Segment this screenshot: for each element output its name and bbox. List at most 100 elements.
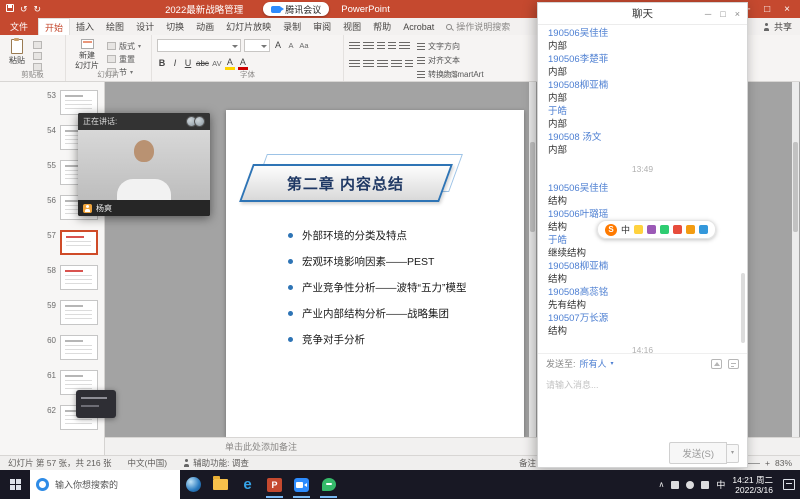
tab-draw[interactable]: 绘图 xyxy=(100,18,130,35)
close-button[interactable]: × xyxy=(784,4,790,15)
browser-taskbar-icon[interactable] xyxy=(180,470,207,499)
tab-acrobat[interactable]: Acrobat xyxy=(397,18,440,35)
share-button[interactable]: 共享 xyxy=(763,18,792,35)
tab-help[interactable]: 帮助 xyxy=(367,18,397,35)
tab-design[interactable]: 设计 xyxy=(130,18,160,35)
slide-bullet-list[interactable]: 外部环境的分类及特点 宏观环境影响因素——PEST 产业竞争性分析——波特“五力… xyxy=(288,228,467,358)
ime-indicator[interactable]: 中 xyxy=(716,478,725,491)
action-center-button[interactable] xyxy=(783,479,795,490)
font-size-select[interactable] xyxy=(244,39,270,52)
numbered-list-icon[interactable] xyxy=(363,42,374,50)
powerpoint-taskbar-icon[interactable]: P xyxy=(261,470,288,499)
paste-button[interactable]: 粘贴 xyxy=(5,38,29,66)
meeting-taskbar-icon[interactable] xyxy=(288,470,315,499)
slide-thumbnail[interactable] xyxy=(60,335,98,360)
chat-history-icon[interactable] xyxy=(728,359,739,369)
accessibility-status[interactable]: 辅助功能: 调查 xyxy=(183,457,249,469)
chat-maximize-button[interactable]: □ xyxy=(720,9,725,19)
copy-icon[interactable] xyxy=(33,52,42,60)
send-options-button[interactable]: ▾ xyxy=(727,444,739,463)
decrease-font-button[interactable]: A xyxy=(286,39,296,52)
save-icon[interactable] xyxy=(6,4,14,14)
tray-icon[interactable] xyxy=(686,481,694,489)
send-button[interactable]: 发送(S) xyxy=(669,442,727,464)
align-right-icon[interactable] xyxy=(377,60,388,68)
search-icon[interactable] xyxy=(686,225,695,234)
columns-icon[interactable] xyxy=(405,60,413,68)
thumbnail-57-selected[interactable]: 57 xyxy=(0,230,98,257)
font-name-select[interactable] xyxy=(157,39,241,52)
slide-canvas[interactable]: 第二章 内容总结 外部环境的分类及特点 宏观环境影响因素——PEST 产业竞争性… xyxy=(226,110,524,437)
thumbnail-58[interactable]: 58 xyxy=(0,265,98,292)
tencent-meeting-chip[interactable]: 腾讯会议 xyxy=(263,2,329,16)
slide-thumbnail[interactable] xyxy=(60,230,98,255)
editor-scrollbar[interactable] xyxy=(529,82,536,437)
sogou-logo-icon[interactable]: S xyxy=(605,224,617,236)
tellme-box[interactable]: 操作说明搜索 xyxy=(446,18,510,35)
tray-icon[interactable] xyxy=(701,481,709,489)
chat-message-list[interactable]: 190506吴佳佳 内部 190506李楚菲 内部 190508柳亚楠 内部 于… xyxy=(538,25,747,353)
slide-thumbnail[interactable] xyxy=(60,300,98,325)
chat-scrollbar[interactable] xyxy=(741,27,745,351)
emoji-icon[interactable] xyxy=(634,225,643,234)
meeting-notification-popup[interactable] xyxy=(76,390,116,418)
start-button[interactable] xyxy=(0,470,30,499)
line-spacing-icon[interactable] xyxy=(399,42,410,50)
language-indicator[interactable]: 中文(中国) xyxy=(127,457,167,469)
taskbar-search[interactable]: 输入你想搜索的 xyxy=(30,470,180,499)
reset-button[interactable]: 重置 xyxy=(107,54,141,64)
skin-icon[interactable] xyxy=(647,225,656,234)
zoom-level[interactable]: 83% xyxy=(775,458,792,468)
voice-icon[interactable] xyxy=(660,225,669,234)
meeting-overlay-header[interactable]: 正在讲话: xyxy=(78,113,210,130)
new-slide-button[interactable]: 新建 幻灯片 xyxy=(71,38,103,71)
layout-button[interactable]: 版式 ▾ xyxy=(107,41,141,51)
redo-icon[interactable]: ↻ xyxy=(34,5,42,14)
wechat-taskbar-icon[interactable] xyxy=(315,470,342,499)
toolbox-icon[interactable] xyxy=(699,225,708,234)
tab-record[interactable]: 录制 xyxy=(277,18,307,35)
increase-indent-icon[interactable] xyxy=(388,42,396,50)
increase-font-button[interactable]: A xyxy=(273,39,283,52)
speaker-video[interactable] xyxy=(78,130,210,200)
zoom-in-button[interactable]: + xyxy=(765,458,770,468)
align-left-icon[interactable] xyxy=(349,60,360,68)
chat-minimize-button[interactable]: ─ xyxy=(705,9,711,19)
slide-thumbnail[interactable] xyxy=(60,90,98,115)
justify-icon[interactable] xyxy=(391,60,402,68)
thumbnail-60[interactable]: 60 xyxy=(0,335,98,362)
align-center-icon[interactable] xyxy=(363,60,374,68)
decrease-indent-icon[interactable] xyxy=(377,42,385,50)
thumbnail-59[interactable]: 59 xyxy=(0,300,98,327)
slide-title-shape[interactable]: 第二章 内容总结 xyxy=(239,164,453,202)
tab-file[interactable]: 文件 xyxy=(0,18,38,35)
text-direction-button[interactable]: 文字方向 xyxy=(417,41,484,52)
sendto-select[interactable]: 所有人 xyxy=(580,357,607,370)
taskbar-clock[interactable]: 14:21 周二 2022/3/16 xyxy=(732,475,773,495)
edge-taskbar-icon[interactable]: e xyxy=(234,470,261,499)
ime-toolbar[interactable]: S 中 xyxy=(597,220,716,239)
restore-button[interactable]: □ xyxy=(764,4,770,15)
cut-icon[interactable] xyxy=(33,41,42,49)
tab-insert[interactable]: 插入 xyxy=(70,18,100,35)
meeting-video-overlay[interactable]: 正在讲话: 杨爽 xyxy=(78,113,210,216)
align-text-button[interactable]: 对齐文本 xyxy=(417,55,484,66)
notes-toggle[interactable]: 备注 xyxy=(519,457,536,469)
chat-input[interactable]: 请输入消息... xyxy=(538,373,747,439)
tab-home[interactable]: 开始 xyxy=(38,18,70,35)
change-case-button[interactable]: Aa xyxy=(299,39,309,52)
keyboard-icon[interactable] xyxy=(673,225,682,234)
tray-icon[interactable] xyxy=(671,481,679,489)
slide-thumbnail[interactable] xyxy=(60,265,98,290)
tab-view[interactable]: 视图 xyxy=(337,18,367,35)
undo-icon[interactable]: ↺ xyxy=(20,5,28,14)
chat-close-button[interactable]: × xyxy=(735,9,740,19)
image-icon[interactable] xyxy=(711,359,722,369)
tab-animations[interactable]: 动画 xyxy=(190,18,220,35)
tab-slideshow[interactable]: 幻灯片放映 xyxy=(220,18,277,35)
window-scrollbar[interactable] xyxy=(792,82,799,437)
tab-transitions[interactable]: 切换 xyxy=(160,18,190,35)
bullet-list-icon[interactable] xyxy=(349,42,360,50)
file-explorer-taskbar-icon[interactable] xyxy=(207,470,234,499)
ime-mode-icon[interactable]: 中 xyxy=(621,223,630,236)
